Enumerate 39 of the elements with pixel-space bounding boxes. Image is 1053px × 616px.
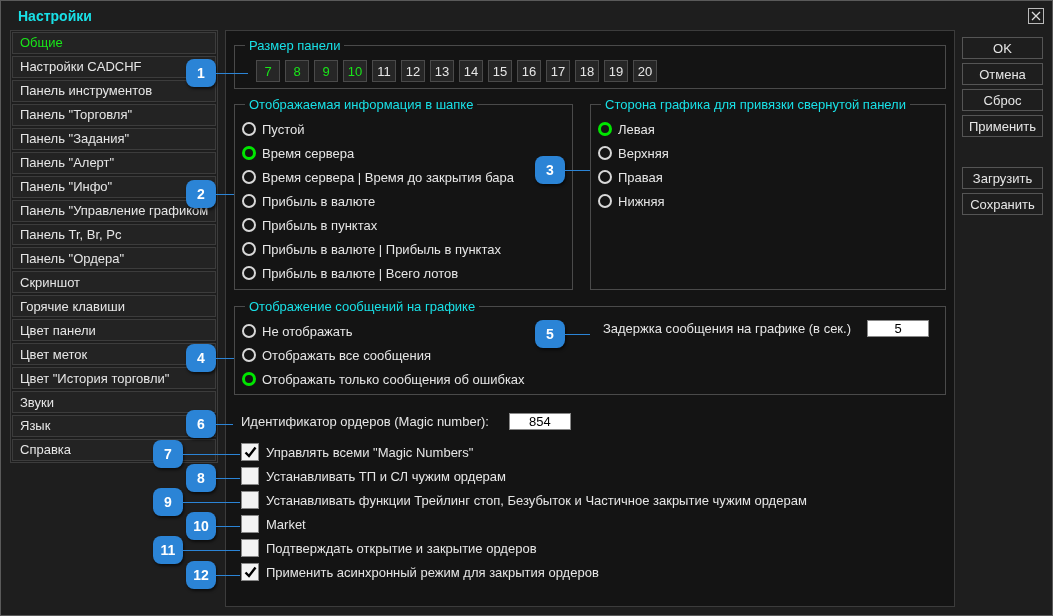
callout-tooltip: 6 bbox=[186, 410, 216, 438]
radio-label: Прибыль в валюте | Всего лотов bbox=[262, 265, 459, 281]
delay-label: Задержка сообщения на графике (в сек.) bbox=[602, 320, 851, 336]
callout-tooltip: 10 bbox=[186, 512, 216, 540]
radio-label: Правая bbox=[618, 169, 663, 185]
checkbox-label: Управлять всеми "Magic Numbers" bbox=[266, 444, 474, 460]
callout-tooltip: 4 bbox=[186, 344, 216, 372]
callout-tooltip: 12 bbox=[186, 561, 216, 589]
radio-label: Отображать все сообщения bbox=[262, 347, 431, 363]
callout-tooltip: 7 bbox=[153, 440, 183, 468]
callout-tooltip: 11 bbox=[153, 536, 183, 564]
callout-tooltip: 9 bbox=[153, 488, 183, 516]
radio-label: Верхняя bbox=[618, 145, 669, 161]
callout-tooltip: 8 bbox=[186, 464, 216, 492]
window-title: Настройки bbox=[18, 7, 92, 24]
radio-label: Прибыль в пунктах bbox=[262, 217, 378, 233]
radio-label: Прибыль в валюте bbox=[262, 193, 376, 209]
callout-tooltip: 1 bbox=[186, 59, 216, 87]
radio-label: Не отображать bbox=[262, 323, 353, 339]
radio-label: Отображать только сообщения об ошибках bbox=[262, 371, 525, 387]
group-title: Отображение сообщений на графике bbox=[248, 299, 477, 314]
group-title: Отображаемая информация в шапке bbox=[248, 97, 475, 112]
group-title: Сторона графика для привязки свернутой панели bbox=[604, 97, 907, 112]
callout-tooltip: 2 bbox=[186, 180, 216, 208]
radio-label: Время сервера | Время до закрытия бара bbox=[262, 169, 515, 185]
checkbox-label: Устанавливать функции Трейлинг стоп, Безубыток и Частичное закрытие чужим ордерам bbox=[266, 492, 807, 508]
group-title: Размер панели bbox=[248, 38, 342, 53]
radio-label: Прибыль в валюте | Прибыль в пунктах bbox=[262, 241, 501, 257]
checkbox-label: Market bbox=[266, 516, 306, 532]
callout-tooltip: 5 bbox=[535, 320, 565, 348]
checkbox-label: Подтверждать открытие и закрытие ордеров bbox=[266, 540, 537, 556]
radio-label: Нижняя bbox=[618, 193, 665, 209]
radio-label: Время сервера bbox=[262, 145, 355, 161]
checkbox-label: Применить асинхронный режим для закрытия ордеров bbox=[266, 564, 599, 580]
magic-number-label: Идентификатор ордеров (Magic number): bbox=[241, 413, 489, 429]
checkbox-label: Устанавливать ТП и СЛ чужим ордерам bbox=[266, 468, 506, 484]
callout-tooltip: 3 bbox=[535, 156, 565, 184]
radio-label: Пустой bbox=[262, 121, 305, 137]
radio-label: Левая bbox=[618, 121, 655, 137]
